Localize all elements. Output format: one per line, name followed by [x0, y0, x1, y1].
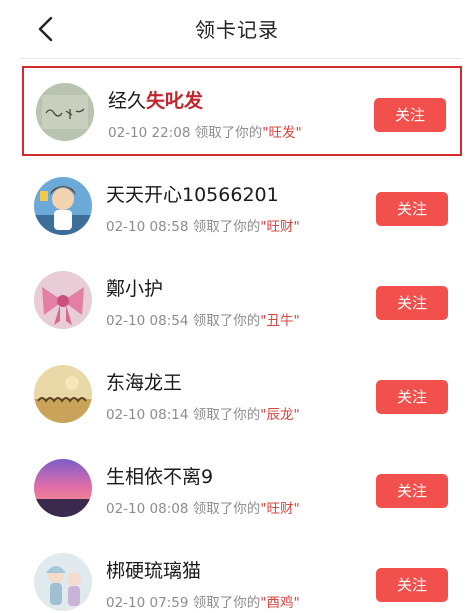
top-bar: 领卡记录: [0, 0, 474, 58]
follow-button[interactable]: 关注: [376, 286, 448, 320]
list-item[interactable]: 经久失叱发 02-10 22:08 领取了你的"旺发" 关注: [22, 66, 462, 156]
card-name: "酉鸡": [260, 595, 300, 611]
follow-button[interactable]: 关注: [376, 474, 448, 508]
card-name: "辰龙": [260, 407, 300, 423]
header-divider: [20, 58, 462, 59]
user-name: 梆硬琉璃猫: [106, 560, 202, 582]
record-meta: 02-10 22:08 领取了你的"旺发": [108, 125, 302, 141]
card-name: "丑牛": [260, 313, 300, 329]
user-name: 生相依不离9: [106, 466, 214, 488]
record-meta: 02-10 07:59 领取了你的"酉鸡": [106, 595, 300, 611]
avatar[interactable]: [34, 271, 92, 329]
list-item[interactable]: 生相依不离9 02-10 08:08 领取了你的"旺财" 关注: [22, 444, 462, 534]
user-name: 鄭小护: [106, 278, 164, 300]
follow-button[interactable]: 关注: [374, 98, 446, 132]
avatar[interactable]: [34, 177, 92, 235]
avatar[interactable]: [34, 459, 92, 517]
list-item[interactable]: 天天开心10566201 02-10 08:58 领取了你的"旺财" 关注: [22, 162, 462, 252]
record-meta: 02-10 08:14 领取了你的"辰龙": [106, 407, 300, 423]
record-meta: 02-10 08:54 领取了你的"丑牛": [106, 313, 300, 329]
record-meta: 02-10 08:58 领取了你的"旺财": [106, 219, 300, 235]
list-item[interactable]: 鄭小护 02-10 08:54 领取了你的"丑牛" 关注: [22, 256, 462, 346]
card-name: "旺财": [260, 501, 300, 517]
follow-button[interactable]: 关注: [376, 380, 448, 414]
avatar[interactable]: [34, 553, 92, 611]
list-item[interactable]: 东海龙王 02-10 08:14 领取了你的"辰龙" 关注: [22, 350, 462, 440]
user-name: 东海龙王: [106, 372, 183, 394]
follow-button[interactable]: 关注: [376, 568, 448, 602]
page-title: 领卡记录: [195, 18, 279, 42]
user-name: 天天开心10566201: [106, 184, 279, 206]
list-item[interactable]: 梆硬琉璃猫 02-10 07:59 领取了你的"酉鸡" 关注: [22, 538, 462, 613]
avatar[interactable]: [36, 83, 94, 141]
follow-button[interactable]: 关注: [376, 192, 448, 226]
card-name: "旺财": [260, 219, 300, 235]
avatar[interactable]: [34, 365, 92, 423]
record-meta: 02-10 08:08 领取了你的"旺财": [106, 501, 300, 517]
user-name-highlight: 失叱发: [146, 90, 204, 112]
user-name: 经久失叱发: [108, 90, 204, 112]
card-name: "旺发": [262, 125, 302, 141]
